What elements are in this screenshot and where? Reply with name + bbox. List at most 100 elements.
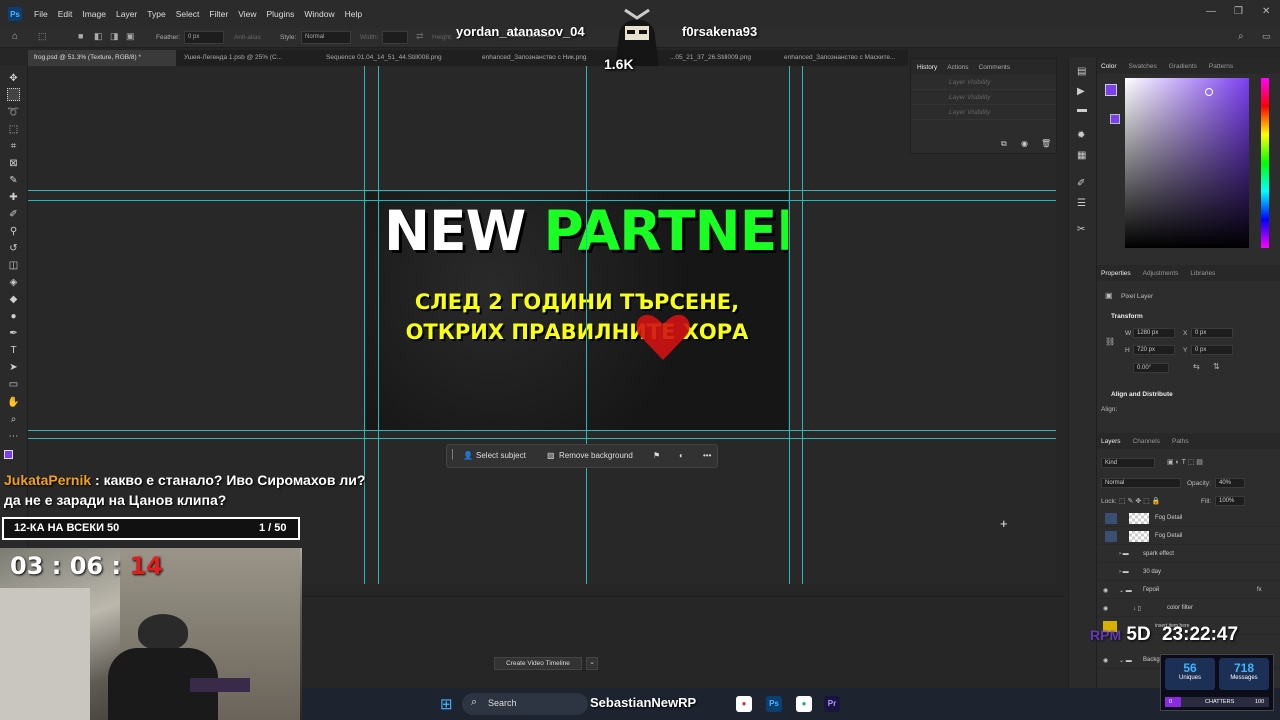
clone-stamp-icon[interactable]: ⚲ — [7, 225, 20, 238]
pen-tool-icon[interactable]: ✒ — [7, 327, 20, 340]
menu-type[interactable]: Type — [142, 9, 170, 19]
swap-icon[interactable]: ⇄ — [416, 31, 424, 42]
select-subject-button[interactable]: Select subject — [476, 451, 526, 460]
layer-row[interactable]: Fog Detail — [1097, 528, 1280, 545]
drag-handle-icon[interactable]: | — [451, 448, 454, 460]
tab-gradients[interactable]: Gradients — [1169, 63, 1197, 70]
layer-row[interactable]: Fog Detail — [1097, 510, 1280, 527]
color-field[interactable] — [1125, 78, 1249, 248]
eraser-icon[interactable]: ◫ — [7, 259, 20, 272]
tools-icon[interactable]: ✂ — [1077, 224, 1085, 235]
hue-slider[interactable] — [1261, 78, 1269, 248]
thumbnail-artwork[interactable]: NEW PARTNER СЛЕД 2 ГОДИНИ ТЪРСЕНЕ, ОТКРИ… — [366, 192, 788, 430]
menu-select[interactable]: Select — [171, 9, 205, 19]
levels-icon[interactable]: ▦ — [1077, 150, 1086, 161]
eye-icon[interactable]: ◉ — [1103, 587, 1108, 594]
taskbar-search[interactable]: Search — [462, 693, 588, 715]
more-options-button[interactable]: ••• — [703, 451, 711, 460]
layer-group-row[interactable]: ◉ ⌄ ▬ Герой fx — [1097, 582, 1280, 599]
lock-icons[interactable]: ⬚ ✎ ✥ ⬚ 🔒 — [1119, 497, 1160, 505]
hand-tool-icon[interactable]: ✋ — [7, 396, 20, 409]
home-icon[interactable]: ⌂ — [12, 31, 18, 42]
height-field[interactable]: 720 px — [1133, 345, 1175, 355]
chrome-icon-2[interactable]: ● — [796, 696, 812, 712]
menu-help[interactable]: Help — [340, 9, 367, 19]
premiere-icon[interactable]: Pr — [824, 696, 840, 712]
tab-enhanced-2[interactable]: enhanced_Запознанство с Маските... — [778, 50, 908, 66]
style-select[interactable]: Normal — [301, 31, 351, 44]
path-selection-icon[interactable]: ➤ — [7, 361, 20, 374]
foreground-swatch[interactable] — [1105, 84, 1117, 96]
sliders-icon[interactable]: ☰ — [1077, 198, 1086, 209]
tab-layers[interactable]: Layers — [1101, 438, 1121, 445]
menu-image[interactable]: Image — [77, 9, 111, 19]
camera-icon[interactable]: ◉ — [1021, 139, 1028, 148]
history-item[interactable]: Layer Visibility — [911, 90, 1056, 105]
y-field[interactable]: 0 px — [1191, 345, 1233, 355]
menu-plugins[interactable]: Plugins — [261, 9, 299, 19]
tab-channels[interactable]: Channels — [1133, 438, 1160, 445]
windows-start-icon[interactable]: ⊞ — [440, 695, 453, 713]
healing-brush-icon[interactable]: ✚ — [7, 191, 20, 204]
brush-settings-icon[interactable]: ✐ — [1077, 178, 1085, 189]
add-selection-icon[interactable]: ◧ — [94, 31, 103, 42]
width-input[interactable] — [382, 31, 408, 44]
tab-actions[interactable]: Actions — [947, 64, 968, 71]
transform-title[interactable]: Transform — [1111, 313, 1143, 320]
tab-properties[interactable]: Properties — [1101, 270, 1131, 277]
foreground-color-swatch[interactable] — [4, 450, 13, 459]
flag-icon[interactable]: ⚑ — [653, 451, 660, 460]
lasso-tool-icon[interactable]: ➰ — [7, 106, 20, 119]
close-button[interactable]: ✕ — [1262, 6, 1270, 17]
more-tools-icon[interactable]: ⋯ — [7, 430, 20, 443]
folder-icon[interactable]: ⌄ ▬ — [1119, 657, 1132, 664]
flip-vertical-icon[interactable]: ⇅ — [1213, 362, 1220, 371]
folder-icon[interactable]: › ▬ — [1119, 551, 1129, 557]
menu-view[interactable]: View — [233, 9, 261, 19]
layer-row[interactable]: ◉ ↓ ▯ color filter — [1097, 600, 1280, 617]
rectangular-marquee-icon[interactable] — [7, 88, 20, 101]
feather-input[interactable]: 0 px — [184, 31, 224, 44]
marquee-tool-icon[interactable]: ⬚ — [38, 31, 47, 42]
layer-filter-select[interactable]: Kind — [1101, 458, 1155, 468]
x-field[interactable]: 0 px — [1191, 328, 1233, 338]
sun-icon[interactable]: ✹ — [1077, 130, 1085, 141]
menu-window[interactable]: Window — [299, 9, 339, 19]
tab-history[interactable]: History — [917, 64, 937, 71]
snapshot-icon[interactable]: ⧉ — [1001, 139, 1007, 149]
width-field[interactable]: 1280 px — [1133, 328, 1175, 338]
workspace-icon[interactable]: ▭ — [1262, 31, 1271, 42]
trash-icon[interactable]: 🗑 — [1041, 139, 1051, 148]
opacity-field[interactable]: 40% — [1215, 478, 1245, 488]
tab-legend[interactable]: Ушея-Легенда 1.psb @ 25% (C... — [178, 50, 318, 66]
intersect-selection-icon[interactable]: ▣ — [126, 31, 135, 42]
frame-tool-icon[interactable]: ⊠ — [7, 157, 20, 170]
paint-bucket-icon[interactable]: ◈ — [7, 276, 20, 289]
search-icon[interactable]: ⌕ — [1238, 31, 1244, 42]
fx-icon[interactable]: fx — [1257, 587, 1262, 593]
tab-comments[interactable]: Comments — [979, 64, 1010, 71]
history-panel-icon[interactable]: ▤ — [1077, 66, 1086, 77]
maximize-button[interactable]: ❐ — [1234, 6, 1243, 17]
layer-group-row[interactable]: › ▬ spark effect — [1097, 546, 1280, 563]
tab-paths[interactable]: Paths — [1172, 438, 1189, 445]
play-icon[interactable]: ▶ — [1077, 86, 1085, 97]
menu-edit[interactable]: Edit — [53, 9, 78, 19]
dodge-tool-icon[interactable]: ● — [7, 310, 20, 323]
history-item[interactable]: Layer Visibility — [911, 105, 1056, 120]
chrome-icon[interactable]: ● — [736, 696, 752, 712]
link-icon[interactable]: ⛓ — [1105, 337, 1115, 346]
photoshop-taskbar-icon[interactable]: Ps — [766, 696, 782, 712]
create-video-timeline-button[interactable]: Create Video Timeline — [494, 657, 582, 670]
angle-field[interactable]: 0.00° — [1133, 363, 1169, 373]
chevron-down-icon[interactable]: ⌄ — [586, 657, 598, 670]
align-title[interactable]: Align and Distribute — [1111, 391, 1173, 398]
history-brush-icon[interactable]: ↺ — [7, 242, 20, 255]
menu-layer[interactable]: Layer — [111, 9, 142, 19]
anti-alias-checkbox[interactable]: Anti-alias — [234, 34, 261, 41]
layer-group-row[interactable]: › ▬ 30 day — [1097, 564, 1280, 581]
tab-enhanced-1[interactable]: enhanced_Запознанство с Ник.png — [476, 50, 608, 66]
mask-icon[interactable]: ◐ — [679, 451, 684, 460]
history-item[interactable]: Layer Visibility — [911, 75, 1056, 90]
folder-icon[interactable]: › ▬ — [1119, 569, 1129, 575]
